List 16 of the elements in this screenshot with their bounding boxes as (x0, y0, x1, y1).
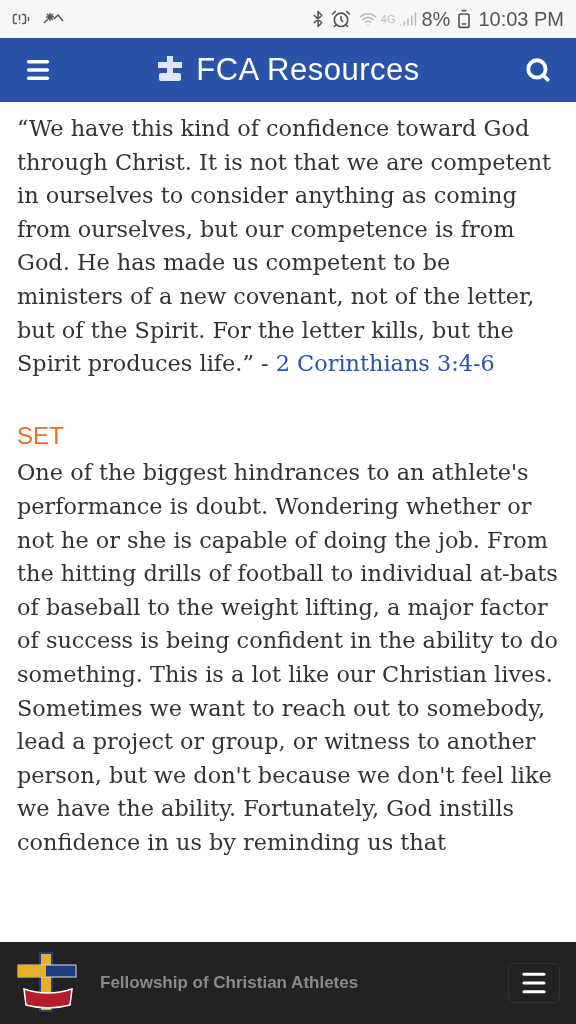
fca-logo-icon (16, 951, 80, 1015)
scripture-link[interactable]: 2 Corinthians 3:4-6 (275, 350, 495, 377)
search-button[interactable] (524, 56, 552, 84)
footer-menu-button[interactable] (508, 963, 560, 1003)
body-paragraph: One of the biggest hindrances to an athlete's performance is doubt. Wondering whether or not he or she is capable of doing the job. From the hitting drills of football to individual at-bats of baseball to the weight lifting, a major factor of success is being confident in the ability to do something. This is a lot like our Christian lives. Sometimes we want to reach out to somebody, lead a project or group, or witness to another person, but we don't because we don't feel like we have the ability. Fortunately, God instills confidence in us by reminding us that (17, 458, 559, 857)
section-heading: SET (17, 420, 65, 451)
network-label: 4G (380, 11, 396, 27)
wifi-icon (358, 10, 377, 28)
battery-percentage: 8% (421, 7, 451, 32)
signal-icon (399, 10, 418, 28)
alarm-icon (330, 9, 351, 29)
quote-paragraph: “We have this kind of confidence toward God through Christ. It is not that we are competent in ourselves to consider anything as coming from ourselves, but our competence is from God. He has made us competent to be ministers of a new covenant, not of the letter, but of the Spirit. For the letter kills, but the Spirit produces life.” - 2 Corinthians 3:4-6 (17, 114, 553, 379)
footer-title: Fellowship of Christian Athletes (100, 972, 360, 995)
search-icon (525, 57, 551, 83)
clock-time: 10:03 PM (478, 7, 564, 32)
header-title: FCA Resources (196, 50, 420, 89)
